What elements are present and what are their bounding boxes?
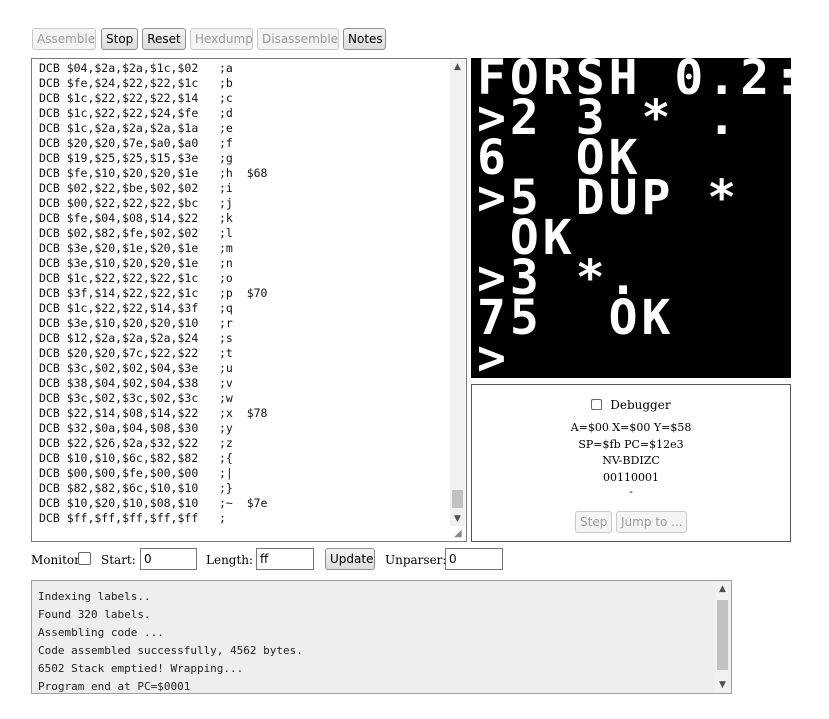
unparser-input[interactable]: 0 xyxy=(445,548,503,570)
registers-text: A=$00 X=$00 Y=$58 xyxy=(570,421,692,434)
length-input[interactable]: ff xyxy=(256,548,314,570)
code-line: DCB $02,$82,$fe,$02,$02 ;l xyxy=(39,226,233,240)
code-editor[interactable]: DCB $04,$2a,$2a,$1c,$02 ;a DCB $fe,$24,$2… xyxy=(31,58,467,542)
editor-scroll-thumb[interactable] xyxy=(452,490,463,508)
code-line: DCB $1c,$22,$22,$14,$3f ;q xyxy=(39,301,233,315)
code-text[interactable]: DCB $04,$2a,$2a,$1c,$02 ;a DCB $fe,$24,$2… xyxy=(39,61,267,526)
debugger-checkbox[interactable] xyxy=(591,399,603,410)
code-line: DCB $22,$26,$2a,$32,$22 ;z xyxy=(39,436,233,450)
update-button[interactable]: Update xyxy=(325,548,375,570)
resize-grip-icon[interactable]: ◢ xyxy=(454,529,464,539)
code-line: DCB $1c,$22,$22,$22,$14 ;c xyxy=(39,91,233,105)
scroll-down-arrow-icon[interactable]: ▼ xyxy=(450,512,465,526)
console-text: Indexing labels.. Found 320 labels. Assemb… xyxy=(38,588,303,693)
code-line: DCB $ff,$ff,$ff,$ff,$ff ; xyxy=(39,511,226,525)
editor-scrollbar[interactable]: ▲ ▼ xyxy=(450,60,465,526)
code-line: DCB $10,$10,$6c,$82,$82 ;{ xyxy=(39,451,233,465)
console-scroll-up-icon[interactable]: ▲ xyxy=(715,582,730,596)
console-line: 6502 Stack emptied! Wrapping... xyxy=(38,662,244,675)
code-line: DCB $3f,$14,$22,$22,$1c ;p $70 xyxy=(39,286,268,300)
console-scroll-thumb[interactable] xyxy=(717,600,728,670)
code-line: DCB $12,$2a,$2a,$2a,$24 ;s xyxy=(39,331,233,345)
disassemble-button[interactable]: Disassemble xyxy=(257,28,339,50)
code-line: DCB $1c,$2a,$2a,$2a,$1a ;e xyxy=(39,121,233,135)
display-screen: FORSH 0.2: >2 3 * .6 OK >5 DUP * OK >3 *. 75… xyxy=(471,58,791,378)
reset-button[interactable]: Reset xyxy=(142,28,186,50)
code-line: DCB $19,$25,$25,$15,$3e ;g xyxy=(39,151,233,165)
code-line: DCB $00,$00,$fe,$00,$00 ;| xyxy=(39,466,233,480)
code-line: DCB $20,$20,$7c,$22,$22 ;t xyxy=(39,346,233,360)
monitor-label: Monitor xyxy=(31,553,80,567)
code-line: DCB $fe,$04,$08,$14,$22 ;k xyxy=(39,211,233,225)
code-line: DCB $fe,$10,$20,$20,$1e ;h $68 xyxy=(39,166,268,180)
code-line: DCB $3c,$02,$02,$04,$3e ;u xyxy=(39,361,233,375)
debugger-panel: Debugger A=$00 X=$00 Y=$58 SP=$fb PC=$12… xyxy=(471,384,791,542)
console-line: Assembling code ... xyxy=(38,626,164,639)
hexdump-button[interactable]: Hexdump xyxy=(190,28,253,50)
jump-to-button[interactable]: Jump to ... xyxy=(616,511,687,533)
console-scrollbar[interactable]: ▲ ▼ xyxy=(715,582,730,692)
sp-pc-text: SP=$fb PC=$12e3 xyxy=(578,438,684,451)
debug-dash: - xyxy=(629,485,633,498)
code-line: DCB $3e,$10,$20,$20,$1e ;n xyxy=(39,256,233,270)
code-line: DCB $38,$04,$02,$04,$38 ;v xyxy=(39,376,233,390)
code-line: DCB $3e,$20,$1e,$20,$1e ;m xyxy=(39,241,233,255)
step-button[interactable]: Step xyxy=(575,511,612,533)
message-console[interactable]: Indexing labels.. Found 320 labels. Assemb… xyxy=(31,580,732,694)
code-line: DCB $04,$2a,$2a,$1c,$02 ;a xyxy=(39,61,233,75)
code-line: DCB $00,$22,$22,$22,$bc ;j xyxy=(39,196,233,210)
notes-button[interactable]: Notes xyxy=(343,28,386,50)
code-line: DCB $82,$82,$6c,$10,$10 ;} xyxy=(39,481,233,495)
scroll-up-arrow-icon[interactable]: ▲ xyxy=(450,60,465,74)
code-line: DCB $02,$22,$be,$02,$02 ;i xyxy=(39,181,233,195)
console-line: Code assembled successfully, 4562 bytes. xyxy=(38,644,303,657)
code-line: DCB $32,$0a,$04,$08,$30 ;y xyxy=(39,421,233,435)
code-line: DCB $fe,$24,$22,$22,$1c ;b xyxy=(39,76,233,90)
console-scroll-down-icon[interactable]: ▼ xyxy=(715,678,730,692)
flags-label: NV-BDIZC xyxy=(602,454,660,467)
assemble-button[interactable]: Assemble xyxy=(32,28,96,50)
code-line: DCB $22,$14,$08,$14,$22 ;x $78 xyxy=(39,406,268,420)
code-line: DCB $1c,$22,$22,$22,$1c ;o xyxy=(39,271,233,285)
flags-bits: 00110001 xyxy=(603,471,659,484)
console-line: Found 320 labels. xyxy=(38,608,151,621)
code-line: DCB $10,$20,$10,$08,$10 ;~ $7e xyxy=(39,496,268,510)
code-line: DCB $3e,$10,$20,$20,$10 ;r xyxy=(39,316,233,330)
stop-button[interactable]: Stop xyxy=(101,28,138,50)
monitor-checkbox[interactable] xyxy=(78,552,91,565)
debugger-label: Debugger xyxy=(610,397,671,412)
start-input[interactable]: 0 xyxy=(140,548,197,570)
console-line: Program end at PC=$0001 xyxy=(38,680,191,693)
console-line: Indexing labels.. xyxy=(38,590,151,603)
code-line: DCB $1c,$22,$22,$24,$fe ;d xyxy=(39,106,233,120)
screen-line: >_ xyxy=(477,330,543,378)
code-line: DCB $20,$20,$7e,$a0,$a0 ;f xyxy=(39,136,233,150)
code-line: DCB $3c,$02,$3c,$02,$3c ;w xyxy=(39,391,233,405)
